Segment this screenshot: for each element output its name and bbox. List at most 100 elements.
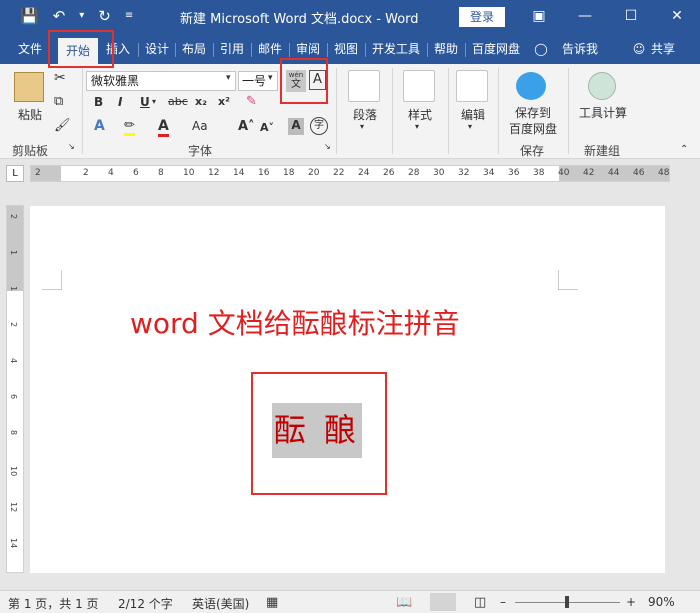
print-layout-icon[interactable] xyxy=(430,593,456,611)
lightbulb-icon[interactable]: ◯ xyxy=(532,34,550,64)
highlight-box-home-tab xyxy=(48,30,114,68)
character-shading-icon[interactable]: A xyxy=(288,118,304,135)
paragraph-button[interactable]: 段落 xyxy=(345,106,385,123)
save-icon[interactable]: 💾 xyxy=(20,6,39,26)
font-name-select[interactable]: 微软雅黑 xyxy=(86,71,236,91)
crop-mark xyxy=(558,270,578,290)
tab-references[interactable]: 引用 xyxy=(215,34,249,64)
chevron-down-icon[interactable]: ▾ xyxy=(360,122,364,131)
text-effects-icon[interactable]: A xyxy=(94,118,105,134)
tab-selector[interactable]: L xyxy=(6,165,24,182)
user-icon[interactable]: ☺ xyxy=(630,34,648,64)
macro-icon[interactable]: ▦ xyxy=(266,595,278,610)
change-case-icon[interactable]: Aa xyxy=(192,119,208,133)
ruler-tick-label: 38 xyxy=(533,168,545,178)
tool-calculate-icon[interactable] xyxy=(588,72,616,100)
tab-file[interactable]: 文件 xyxy=(8,34,52,64)
tell-me-box[interactable]: 告诉我 xyxy=(556,34,604,64)
ruler-tick-label: 40 xyxy=(558,168,570,178)
grow-font-icon[interactable]: A˄ xyxy=(238,119,255,134)
dialog-launcher-icon[interactable]: ↘ xyxy=(324,142,331,151)
tab-separator xyxy=(327,43,328,57)
zoom-out-icon[interactable]: – xyxy=(500,595,506,609)
strikethrough-icon[interactable]: abc xyxy=(168,95,188,108)
tab-developer[interactable]: 开发工具 xyxy=(367,34,425,64)
ruler-tick-label: 10 xyxy=(183,168,195,178)
italic-icon[interactable]: I xyxy=(118,95,122,109)
ruler-tick-label: 16 xyxy=(258,168,270,178)
close-icon[interactable]: ✕ xyxy=(654,0,700,34)
editing-button[interactable]: 编辑 xyxy=(453,106,493,123)
web-layout-icon[interactable]: ◫ xyxy=(474,595,486,610)
chevron-down-icon[interactable]: ▾ xyxy=(415,122,419,131)
paste-button[interactable]: 粘贴 xyxy=(14,106,46,123)
highlight-icon[interactable]: ✏ xyxy=(124,118,135,136)
read-mode-icon[interactable]: 📖 xyxy=(396,595,412,610)
tool-calculate-button[interactable]: 工具计算 xyxy=(574,104,632,121)
word-count[interactable]: 2/12 个字 xyxy=(118,595,173,612)
tab-baidu-netdisk[interactable]: 百度网盘 xyxy=(467,34,525,64)
superscript-icon[interactable]: x² xyxy=(218,95,230,108)
save-to-baidu-label-bottom[interactable]: 百度网盘 xyxy=(504,120,562,137)
shrink-font-icon[interactable]: A˅ xyxy=(260,121,274,134)
collapse-ribbon-icon[interactable]: ⌃ xyxy=(680,144,688,155)
ruler-tick-label: 8 xyxy=(9,430,18,436)
maximize-icon[interactable]: ☐ xyxy=(608,0,654,34)
styles-icon[interactable] xyxy=(403,70,435,102)
format-painter-icon[interactable]: 🖌 xyxy=(54,118,71,133)
dropdown-small-icon[interactable]: ▾ xyxy=(79,6,84,26)
zoom-in-icon[interactable]: + xyxy=(626,595,636,609)
font-color-icon[interactable]: A xyxy=(158,118,169,137)
save-to-baidu-label-top[interactable]: 保存到 xyxy=(504,104,562,121)
login-button[interactable]: 登录 xyxy=(459,7,505,27)
group-separator xyxy=(568,68,569,154)
cut-icon[interactable]: ✂ xyxy=(54,70,66,86)
chevron-down-icon[interactable]: ▾ xyxy=(152,97,156,106)
tab-design[interactable]: 设计 xyxy=(140,34,174,64)
chevron-down-icon[interactable]: ▾ xyxy=(268,73,273,83)
dialog-launcher-icon[interactable]: ↘ xyxy=(68,142,75,151)
page-count[interactable]: 第 1 页，共 1 页 xyxy=(8,595,99,612)
ruler-tick-label: 24 xyxy=(358,168,370,178)
subscript-icon[interactable]: x₂ xyxy=(195,95,207,108)
undo-icon[interactable]: ↶ xyxy=(53,6,66,26)
ruler-tick-label: 44 xyxy=(608,168,620,178)
minimize-icon[interactable]: — xyxy=(562,0,608,34)
tab-view[interactable]: 视图 xyxy=(329,34,363,64)
editing-icon[interactable] xyxy=(456,70,488,102)
clear-formatting-icon[interactable]: ✎ xyxy=(246,94,257,109)
vertical-ruler[interactable]: 2 1 1 2 4 6 8 10 12 14 xyxy=(6,205,24,573)
share-button[interactable]: 共享 xyxy=(648,34,678,64)
document-heading[interactable]: word 文档给酝酿标注拼音 xyxy=(130,302,460,342)
group-separator xyxy=(82,68,83,154)
customize-qat-icon[interactable]: ≡ xyxy=(125,6,133,26)
window-controls: ▣ — ☐ ✕ xyxy=(516,0,700,34)
copy-icon[interactable]: ⧉ xyxy=(54,94,63,109)
ruler-tick-label: 22 xyxy=(333,168,345,178)
zoom-slider-thumb[interactable] xyxy=(565,596,569,608)
paragraph-icon[interactable] xyxy=(348,70,380,102)
tab-layout[interactable]: 布局 xyxy=(177,34,211,64)
enclose-characters-icon[interactable]: 字 xyxy=(310,117,328,135)
ruler-tick-label: 6 xyxy=(133,168,139,178)
zoom-level[interactable]: 90% xyxy=(648,595,675,609)
redo-icon[interactable]: ↻ xyxy=(98,6,111,26)
ruler-tick-label: 34 xyxy=(483,168,495,178)
baidu-netdisk-icon[interactable] xyxy=(516,72,546,100)
tab-help[interactable]: 帮助 xyxy=(429,34,463,64)
chevron-down-icon[interactable]: ▾ xyxy=(226,73,231,83)
chevron-down-icon[interactable]: ▾ xyxy=(468,122,472,131)
horizontal-ruler[interactable]: 2 2 4 6 8 10 12 14 16 18 20 22 24 26 28 30 32 34 36 38 40 42 4… xyxy=(30,165,670,182)
ribbon-display-icon[interactable]: ▣ xyxy=(516,0,562,34)
status-bar: 第 1 页，共 1 页 2/12 个字 英语(美国) ▦ 📖 ◫ – + 90% xyxy=(0,590,700,613)
document-page[interactable]: word 文档给酝酿标注拼音 酝 酿 xyxy=(30,206,665,573)
tab-separator xyxy=(251,43,252,57)
highlight-box-phonetic-guide xyxy=(280,58,328,104)
ribbon-home: 粘贴 ✂ ⧉ 🖌 剪贴板 ↘ 微软雅黑 ▾ 一号 ▾ wén 文 A B I U… xyxy=(0,64,700,159)
underline-icon[interactable]: U xyxy=(140,95,150,109)
bold-icon[interactable]: B xyxy=(94,95,103,109)
styles-button[interactable]: 样式 xyxy=(400,106,440,123)
document-title: 新建 Microsoft Word 文档.docx - Word xyxy=(180,12,419,27)
language-indicator[interactable]: 英语(美国) xyxy=(192,595,249,612)
paste-icon[interactable] xyxy=(14,72,44,102)
